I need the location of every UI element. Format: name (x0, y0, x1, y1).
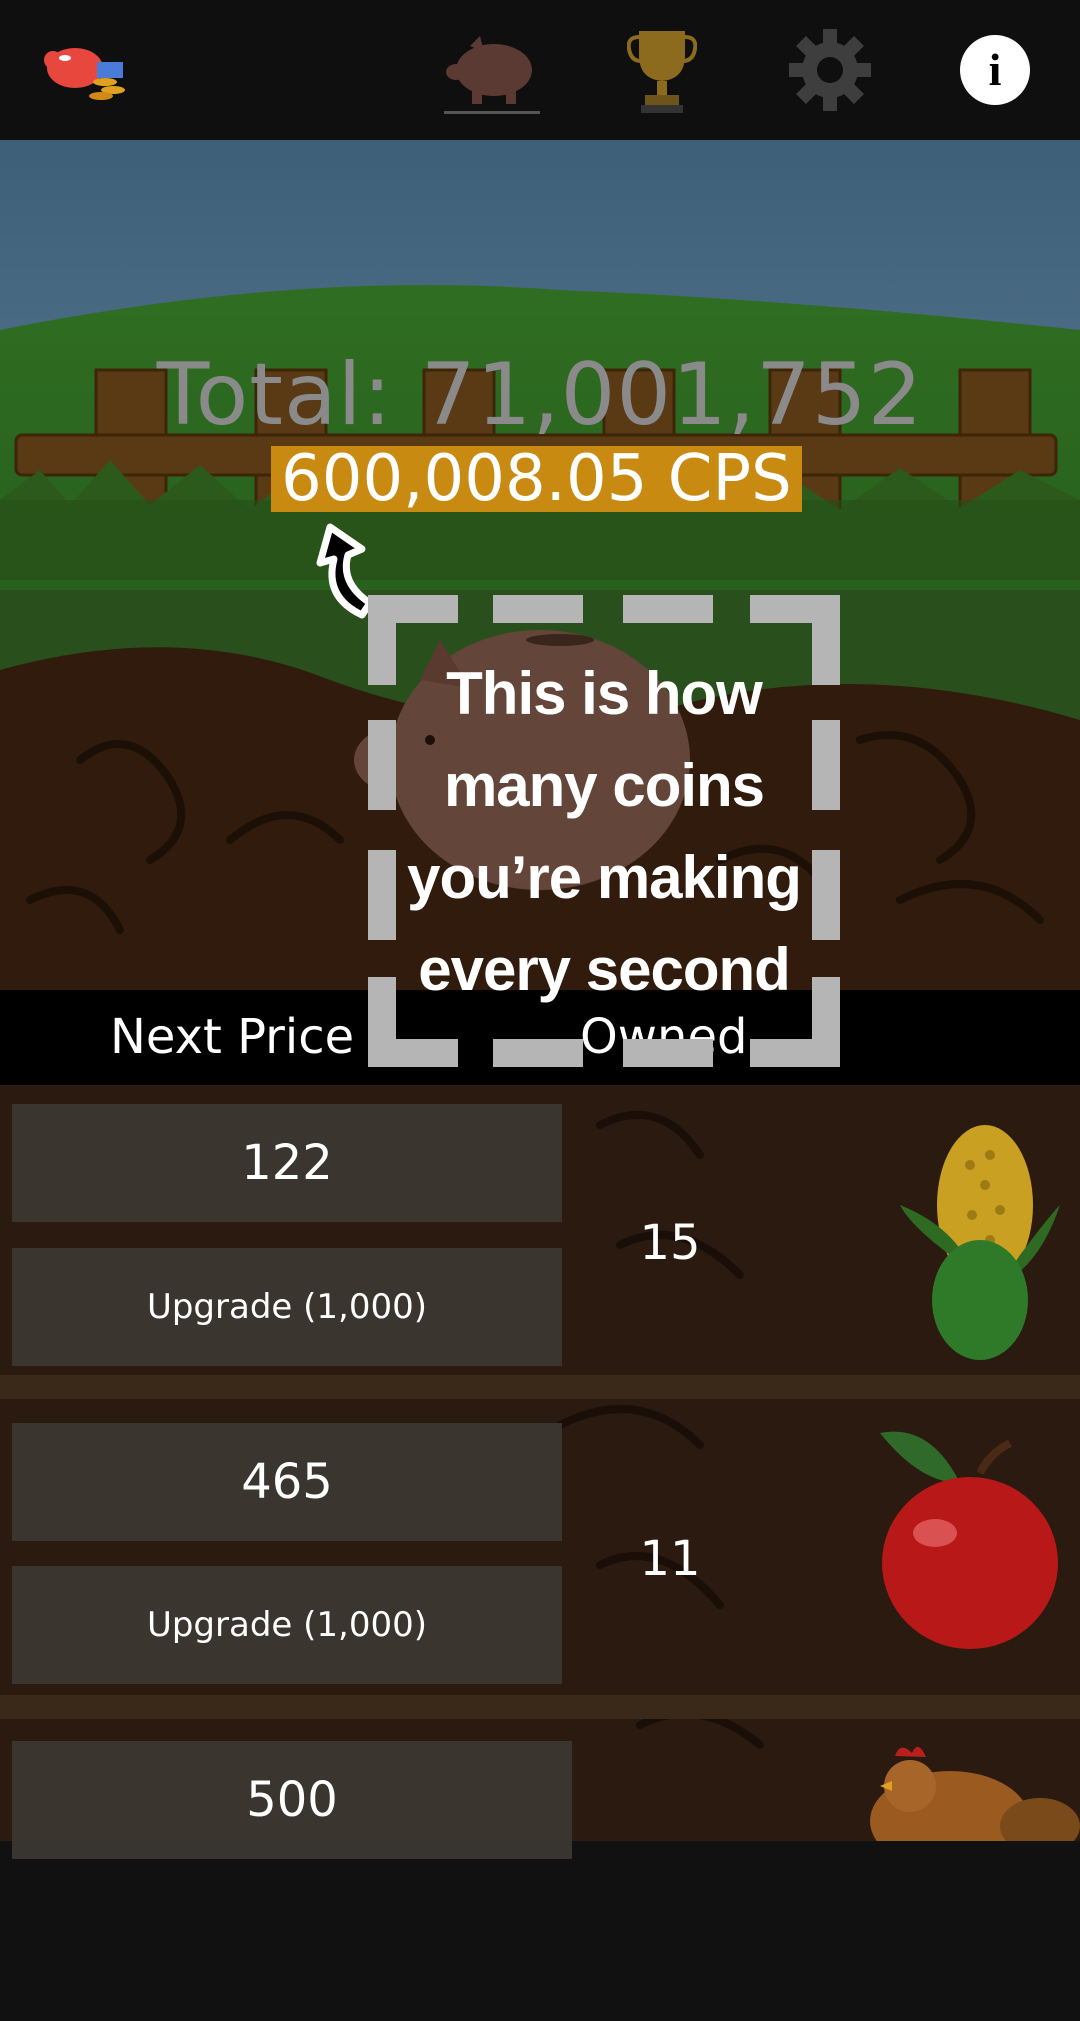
upgrade-button[interactable]: Upgrade (1,000) (12, 1248, 562, 1366)
owned-count: 15 (639, 1215, 701, 1271)
trophy-icon (627, 31, 697, 113)
upgrade-button[interactable]: Upgrade (1,000) (12, 1566, 562, 1684)
tutorial-line: many coins (443, 752, 765, 819)
buy-button[interactable]: 465 (12, 1423, 562, 1541)
chicken-icon (870, 1746, 1080, 1841)
owned-count: 11 (639, 1531, 701, 1587)
tutorial-line: This is how (446, 660, 763, 727)
tab-piggy[interactable] (440, 20, 544, 120)
list-item: 500 (0, 1721, 1080, 2021)
total-coins: Total: 71,001,752 (156, 345, 924, 445)
tutorial-line: every second (418, 936, 791, 1003)
gear-icon (789, 29, 871, 111)
upgrade-list: 122 Upgrade (1,000) 15 465 Upgrade (1,00… (0, 1085, 1080, 1859)
apple-icon (880, 1431, 1058, 1649)
info-button[interactable]: i (955, 20, 1035, 120)
tab-settings[interactable] (780, 20, 880, 120)
active-tab-indicator (444, 111, 540, 114)
pig-coins-icon (44, 48, 125, 100)
cps-counter: 600,008.05 CPS (271, 446, 802, 512)
buy-button[interactable]: 122 (12, 1104, 562, 1222)
tutorial-message: This is how many coins you’re making eve… (380, 648, 828, 1016)
corn-icon (900, 1125, 1060, 1360)
list-item: 465 Upgrade (1,000) 11 (0, 1403, 1080, 1703)
buy-button[interactable]: 500 (12, 1741, 572, 1859)
app-logo[interactable] (30, 20, 140, 120)
tutorial-line: you’re making (407, 844, 802, 911)
header-next-price: Next Price (110, 1009, 355, 1065)
svg-text:i: i (989, 44, 1002, 95)
top-bar: i (0, 0, 1080, 140)
piggy-bank-icon (446, 36, 532, 104)
tab-trophy[interactable] (612, 20, 712, 120)
list-item: 122 Upgrade (1,000) 15 (0, 1085, 1080, 1385)
info-icon: i (960, 35, 1030, 105)
